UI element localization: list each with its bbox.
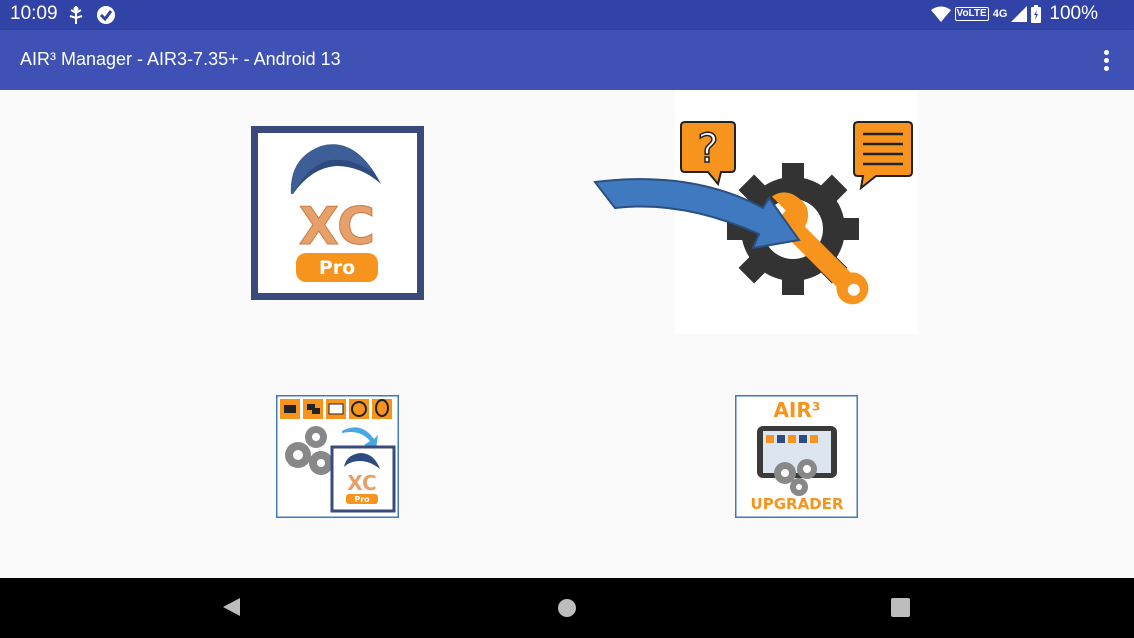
upgrader-tile[interactable]: AIR³ UPGRADER: [734, 394, 859, 519]
xcpro-logo-icon: XC Pro: [251, 126, 424, 300]
support-tile[interactable]: ?: [593, 90, 918, 334]
home-icon[interactable]: [557, 598, 577, 618]
upgrader-icon: AIR³ UPGRADER: [734, 394, 859, 519]
status-bar: 10:09 VoLTE 4G 100%: [0, 0, 1134, 30]
xc-mini-text: XC: [347, 471, 376, 495]
recents-icon[interactable]: [891, 598, 910, 617]
xc-logo-text: XC: [299, 197, 375, 257]
app-bar: AIR³ Manager - AIR3-7.35+ - Android 13: [0, 30, 1134, 90]
signal-icon: [1011, 6, 1028, 22]
upgrader-label: UPGRADER: [751, 495, 844, 513]
xcpro-config-icon: XC Pro: [275, 394, 400, 519]
support-settings-icon: ?: [593, 90, 918, 334]
battery-level: 100%: [1049, 3, 1098, 24]
more-vert-icon[interactable]: [1096, 48, 1116, 72]
xcpro-config-tile[interactable]: XC Pro: [275, 394, 400, 519]
air3-label: AIR³: [773, 398, 820, 422]
svg-text:?: ?: [697, 126, 718, 172]
wifi-icon: [930, 6, 951, 22]
volte-label: VoLTE: [954, 7, 989, 21]
clock: 10:09: [10, 3, 58, 24]
back-icon[interactable]: [221, 596, 241, 618]
content-area: XC Pro ? XC Pro AIR³ UPGRADER: [0, 90, 1134, 578]
battery-icon: [1031, 5, 1042, 23]
app-title: AIR³ Manager - AIR3-7.35+ - Android 13: [20, 49, 341, 69]
navigation-bar: [0, 578, 1134, 638]
screen: 10:09 VoLTE 4G 100% AIR³ Manager - AIR3-…: [0, 0, 1134, 638]
pro-badge: Pro: [319, 257, 355, 279]
xcpro-tile[interactable]: XC Pro: [251, 126, 424, 300]
network-type: 4G: [992, 8, 1008, 20]
check-shield-icon: [97, 6, 115, 24]
pro-mini-badge: Pro: [354, 495, 370, 504]
usb-debug-icon: [69, 6, 83, 24]
